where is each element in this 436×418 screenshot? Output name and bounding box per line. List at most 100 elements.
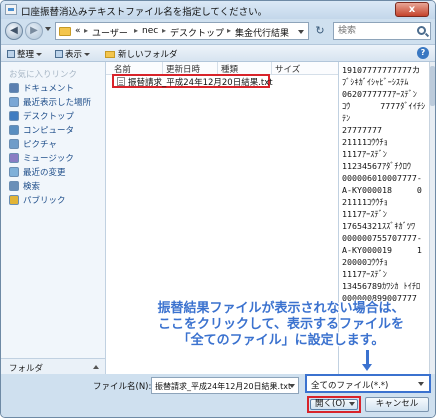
open-button-label: 開く(O) — [315, 399, 346, 409]
new-folder-button[interactable]: 新しいフォルダ — [105, 48, 178, 60]
sidebar-item-searches[interactable]: 検索 — [9, 180, 40, 192]
favorites-heading: お気に入りリンク — [9, 70, 78, 80]
organize-label: 整理 — [17, 50, 35, 60]
chevron-down-icon — [84, 53, 91, 56]
new-folder-icon — [105, 51, 115, 58]
search-icon[interactable] — [417, 26, 426, 35]
breadcrumb-overflow[interactable]: « — [75, 26, 81, 36]
view-label: 表示 — [65, 50, 83, 60]
navigation-pane: お気に入りリンク ドキュメント 最近表示した場所 デスクトップ コンピュータ ピ… — [1, 62, 106, 374]
recent-changes-icon — [9, 167, 19, 177]
address-bar[interactable]: « ▸ ユーザー ▸ nec ▸ デスクトップ ▸ 集金代行結果 — [55, 22, 309, 40]
preview-text-line: ｺｳ 7777ﾀﾞｲｲﾁｼ — [342, 101, 426, 111]
scrollbar-thumb[interactable] — [430, 66, 435, 106]
sidebar-item-label: 検索 — [23, 182, 41, 192]
open-dropdown-icon[interactable] — [349, 402, 355, 406]
sidebar-item-recent-places[interactable]: 最近表示した場所 — [9, 96, 91, 108]
new-folder-label: 新しいフォルダ — [118, 50, 178, 60]
sidebar-item-label: デスクトップ — [23, 112, 75, 122]
sidebar-item-documents[interactable]: ドキュメント — [9, 82, 74, 94]
filename-label: ファイル名(N): — [93, 382, 152, 392]
file-row-highlighted[interactable]: 振替請求_平成24年12月20日結果.txt — [112, 74, 273, 88]
annotation-line: ここをクリックして、表示するファイルを — [158, 317, 404, 332]
folders-toggle[interactable]: フォルダ — [1, 358, 105, 374]
back-button[interactable]: ◀ — [5, 22, 23, 40]
column-size[interactable]: サイズ — [275, 63, 300, 75]
breadcrumb-users[interactable]: ユーザー — [92, 26, 128, 39]
sidebar-item-label: ドキュメント — [23, 84, 75, 94]
recent-places-icon — [9, 97, 19, 107]
sidebar-item-computer[interactable]: コンピュータ — [9, 124, 74, 136]
filename-value: 振替請求_平成24年12月20日結果.txt — [155, 382, 292, 391]
sidebar-item-desktop[interactable]: デスクトップ — [9, 110, 74, 122]
breadcrumb-separator[interactable]: ▸ — [227, 26, 231, 35]
sidebar-item-music[interactable]: ミュージック — [9, 152, 74, 164]
preview-text-line: 17654321ｽｽﾞｷｶﾞﾂﾜ — [342, 221, 416, 231]
view-menu[interactable]: 表示 — [55, 48, 91, 60]
file-open-dialog: 口座振替消込みテキストファイル名を指定してください。 x ◀ ▶ « ▸ ユーザ… — [0, 0, 436, 418]
sidebar-item-pictures[interactable]: ピクチャ — [9, 138, 57, 150]
text-file-icon — [117, 77, 125, 86]
chevron-down-icon[interactable] — [289, 384, 295, 388]
preview-text-line: 11234567ｱﾀﾞﾁｸﾛｳ — [342, 161, 412, 171]
preview-text-line: 21111ｺｳｳﾁｮ — [342, 137, 388, 147]
folders-label: フォルダ — [9, 364, 44, 374]
file-type-value: 全てのファイル(*.*) — [311, 381, 389, 391]
sidebar-item-label: コンピュータ — [23, 126, 75, 136]
organize-icon — [7, 50, 15, 58]
preview-text-line: 13456789ｶﾜｼｶ ﾄｲﾁﾛ — [342, 281, 421, 291]
annotation-line: 振替結果ファイルが表示されない場合は、 — [157, 301, 405, 316]
sidebar-item-label: 最近の変更 — [23, 168, 66, 178]
dialog-footer: ファイル名(N): 振替請求_平成24年12月20日結果.txt 全てのファイル… — [1, 374, 435, 417]
breadcrumb-separator[interactable]: ▸ — [134, 26, 138, 35]
address-dropdown-icon[interactable] — [298, 30, 304, 34]
chevron-down-icon[interactable] — [418, 382, 424, 386]
open-button-highlight: 開く(O) — [307, 396, 361, 413]
folder-icon — [59, 27, 71, 36]
preview-text-line: 0620777777ｱｰｽﾃﾞﾝ — [342, 89, 417, 99]
preview-text-line: 21111ｺｳｳﾁｮ — [342, 197, 388, 207]
view-icon — [55, 50, 63, 58]
breadcrumb-separator[interactable]: ▸ — [162, 26, 166, 35]
sidebar-item-label: ミュージック — [23, 154, 74, 164]
preview-text-line: 000006010007777- — [342, 173, 422, 183]
sidebar-item-public[interactable]: パブリック — [9, 194, 66, 206]
preview-text-line: 27777777 — [342, 125, 382, 135]
breadcrumb-separator[interactable]: ▸ — [84, 26, 88, 35]
chevron-up-icon — [93, 365, 99, 369]
filename-field[interactable]: 振替請求_平成24年12月20日結果.txt — [151, 377, 299, 394]
column-divider[interactable] — [271, 62, 272, 75]
organize-menu[interactable]: 整理 — [7, 48, 43, 60]
window-icon — [5, 4, 17, 15]
search-box[interactable] — [333, 22, 431, 40]
instruction-annotation: 振替結果ファイルが表示されない場合は、 ここをクリックして、表示するファイルを … — [131, 301, 431, 349]
sidebar-item-recent-changes[interactable]: 最近の変更 — [9, 166, 66, 178]
public-folder-icon — [9, 195, 19, 205]
forward-button[interactable]: ▶ — [25, 22, 43, 40]
close-button[interactable]: x — [395, 2, 429, 17]
preview-text-line: 20000ｺｳｳﾁｮ — [342, 257, 388, 267]
preview-text-line: 1117ｱｰｽﾃﾞﾝ — [342, 269, 387, 279]
sidebar-item-label: 最近表示した場所 — [23, 98, 92, 108]
refresh-button[interactable]: ↻ — [312, 22, 328, 40]
cancel-button[interactable]: キャンセル — [365, 397, 429, 412]
file-type-select[interactable]: 全てのファイル(*.*) — [305, 374, 431, 393]
navigation-bar: ◀ ▶ « ▸ ユーザー ▸ nec ▸ デスクトップ ▸ 集金代行結果 ↻ — [1, 19, 435, 44]
breadcrumb-desktop[interactable]: デスクトップ — [170, 26, 224, 39]
breadcrumb-current-folder[interactable]: 集金代行結果 — [235, 26, 289, 39]
sidebar-item-label: ピクチャ — [23, 140, 57, 150]
chevron-down-icon — [36, 53, 43, 56]
breadcrumb-nec[interactable]: nec — [142, 26, 158, 36]
search-folder-icon — [9, 181, 19, 191]
command-toolbar: 整理 表示 新しいフォルダ ? — [1, 44, 435, 62]
help-button[interactable]: ? — [417, 47, 429, 59]
preview-text-line: ﾃﾝ — [342, 113, 351, 123]
file-name: 振替請求_平成24年12月20日結果.txt — [128, 78, 273, 88]
preview-text-line: 19107777777777カ — [342, 65, 421, 75]
desktop-icon — [9, 111, 19, 121]
document-icon — [9, 83, 19, 93]
recent-pages-dropdown-icon[interactable] — [45, 27, 51, 31]
arrow-head-icon — [362, 364, 372, 371]
preview-text-line: 1117ｱｰｽﾃﾞﾝ — [342, 209, 387, 219]
search-input[interactable] — [338, 25, 412, 37]
